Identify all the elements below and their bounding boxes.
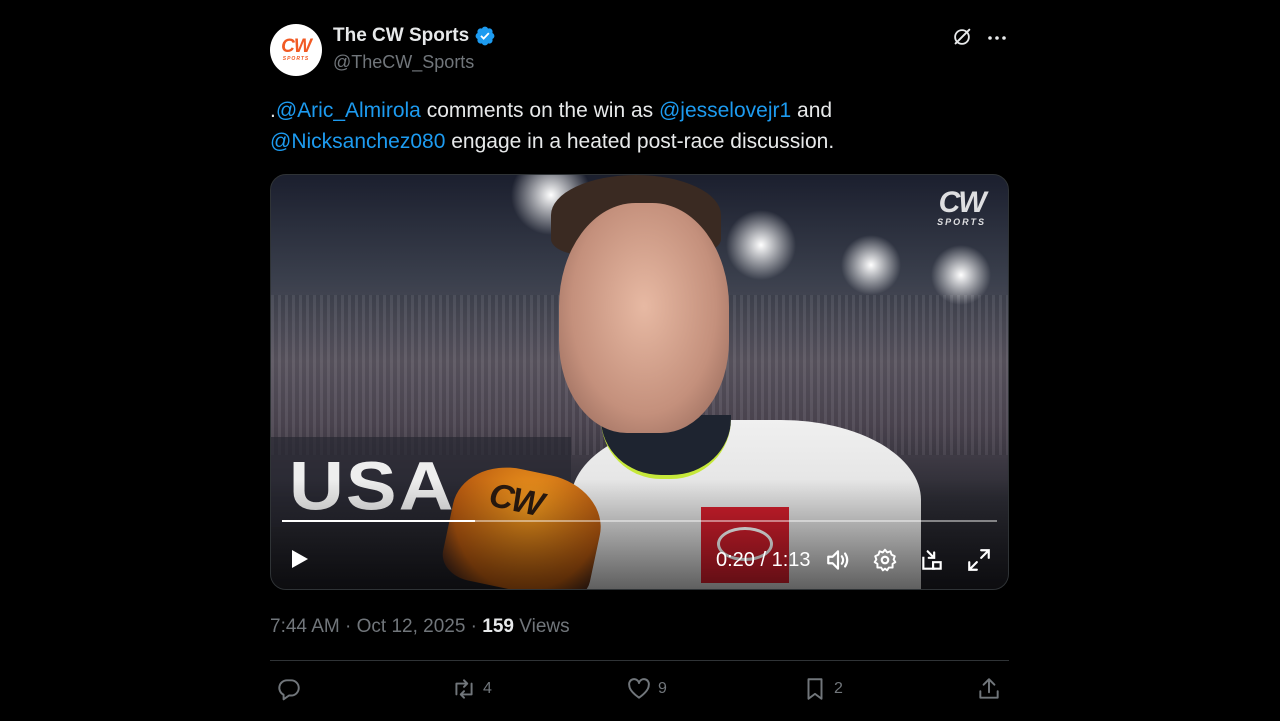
name-row: The CW Sports (333, 25, 496, 47)
reply-button[interactable] (276, 676, 308, 702)
grok-icon[interactable] (951, 26, 973, 48)
play-icon[interactable] (287, 547, 311, 571)
meta-separator: · (339, 616, 357, 637)
repost-count: 4 (483, 680, 492, 697)
account-handle[interactable]: @TheCW_Sports (333, 52, 474, 73)
fullscreen-icon[interactable] (966, 547, 992, 573)
bookmark-button[interactable]: 2 (802, 676, 843, 702)
views-label: Views (514, 616, 570, 637)
mention-nicksanchez080[interactable]: @Nicksanchez080 (270, 130, 445, 153)
avatar-logo-text: CW (281, 36, 312, 57)
share-icon (979, 678, 999, 699)
action-bar: 4 9 2 (270, 661, 1009, 721)
tweet-text-segment: comments on the win as (420, 99, 659, 122)
repost-icon (455, 679, 473, 699)
watermark-sub: SPORTS (937, 217, 986, 227)
more-options-icon[interactable] (985, 26, 1009, 50)
video-time: 0:20 / 1:13 (716, 549, 811, 571)
tweet-meta: 7:44 AM · Oct 12, 2025 · 159 Views (270, 616, 1009, 638)
mention-aric-almirola[interactable]: @Aric_Almirola (276, 99, 421, 122)
views-count: 159 (482, 616, 514, 637)
repost-button[interactable]: 4 (451, 676, 492, 702)
mention-jesselovejr1[interactable]: @jesselovejr1 (659, 99, 791, 122)
meta-separator: · (465, 616, 483, 637)
video-progress-fill (282, 520, 476, 522)
volume-icon[interactable] (825, 547, 851, 573)
video-watermark: CW SPORTS (937, 186, 987, 228)
bookmark-count: 2 (834, 680, 843, 697)
tweet-text: .@Aric_Almirola comments on the win as @… (270, 95, 1009, 157)
verified-badge-icon (475, 26, 495, 46)
avatar[interactable]: CW SPORTS (270, 24, 322, 76)
driver-face (559, 203, 729, 433)
tweet: CW SPORTS The CW Sports @TheCW_Sports .@… (270, 20, 1009, 721)
tweet-header: CW SPORTS The CW Sports @TheCW_Sports (270, 20, 1009, 80)
avatar-logo-subtext: SPORTS (282, 56, 310, 62)
watermark-main: CW (938, 186, 987, 219)
share-button[interactable] (976, 676, 1002, 702)
tweet-date[interactable]: Oct 12, 2025 (357, 616, 466, 637)
heart-icon (628, 678, 650, 699)
tweet-text-segment: and (791, 99, 833, 122)
bookmark-icon (807, 678, 823, 700)
like-count: 9 (658, 680, 667, 697)
tweet-time[interactable]: 7:44 AM (270, 616, 340, 637)
tweet-text-segment: engage in a heated post-race discussion. (445, 130, 835, 153)
picture-in-picture-icon[interactable] (919, 547, 945, 573)
video-progress-bar[interactable] (282, 520, 997, 522)
reply-icon (278, 679, 300, 701)
display-name[interactable]: The CW Sports (333, 25, 469, 47)
settings-gear-icon[interactable] (872, 547, 898, 573)
video-player[interactable]: USA CW CW SPORTS 0:20 / 1:13 (270, 174, 1009, 590)
like-button[interactable]: 9 (626, 676, 667, 702)
